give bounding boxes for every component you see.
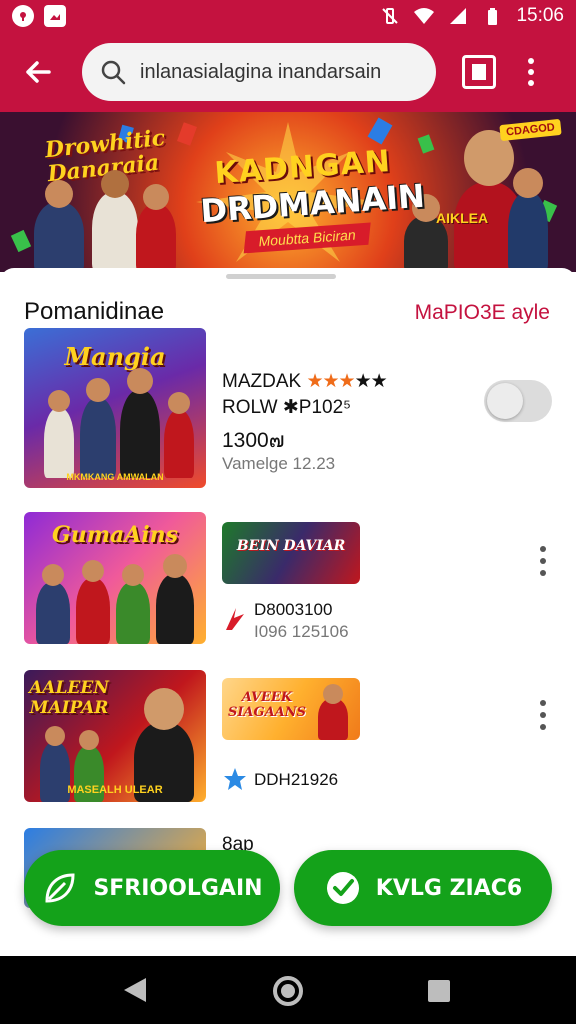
item-thumbnail[interactable]: Mangia MKMKANG AMWALAN <box>24 328 206 488</box>
banner-character <box>92 170 138 272</box>
item-mini-banner[interactable]: BEIN DAVIAR <box>222 522 360 584</box>
app-bar <box>0 32 576 112</box>
banner-character <box>508 168 548 272</box>
item-meta: Vamelge 12.23 <box>222 454 336 473</box>
nav-recents-icon[interactable] <box>428 980 450 1002</box>
promo-banner[interactable]: Drowhitic Danaraia KADNGAN DRDMANAIN Mou… <box>0 112 576 272</box>
item-more-button[interactable] <box>540 700 548 730</box>
item-thumbnail[interactable]: GumaAins <box>24 512 206 644</box>
search-bar[interactable] <box>82 43 436 101</box>
battery-icon <box>488 8 498 25</box>
signal-icon <box>450 8 467 24</box>
wifi-icon <box>414 8 435 24</box>
bookmark-button[interactable] <box>462 55 496 89</box>
item-code: DDH21926 <box>254 770 339 789</box>
banner-title: KADNGAN DRDMANAIN Moubtta Biciran <box>197 143 426 256</box>
search-input[interactable] <box>140 60 410 84</box>
secondary-action-button[interactable]: KVLG ZIAC6 <box>294 850 552 926</box>
banner-character <box>34 180 84 272</box>
item-price: 1300๗ <box>222 429 285 452</box>
item-code-sub: I096 125106 <box>254 622 349 641</box>
overflow-menu-button[interactable] <box>526 58 536 86</box>
back-button[interactable] <box>12 46 64 98</box>
nav-back-icon[interactable] <box>124 978 146 1002</box>
item-mini-banner[interactable]: AVEEK SIAGAANS <box>222 678 360 740</box>
item-title: MAZDAK ★★★★★ <box>222 371 388 392</box>
banner-character <box>136 184 176 272</box>
bookmark-icon <box>472 64 486 80</box>
item-thumbnail[interactable]: AALEEN MAIPAR MASEALH ULEAR <box>24 670 206 802</box>
check-circle-icon <box>326 872 359 904</box>
clock: 15:06 <box>516 5 564 26</box>
rating-stars: ★★★★★ <box>306 371 387 392</box>
image-notification-icon <box>44 5 66 27</box>
flame-icon <box>226 608 244 630</box>
primary-action-button[interactable]: SFRIOOLGAIN <box>24 850 280 926</box>
location-icon <box>12 5 34 27</box>
vibrate-off-icon <box>382 8 399 24</box>
section-see-all-link[interactable]: MaPIO3E ayle <box>415 301 550 325</box>
leaf-icon <box>45 873 75 903</box>
item-toggle[interactable] <box>484 380 552 422</box>
back-arrow-icon <box>26 61 51 83</box>
status-bar: 15:06 <box>0 0 576 32</box>
system-nav-bar <box>0 956 576 1024</box>
search-icon <box>101 60 126 85</box>
section-title: Pomanidinae <box>24 298 165 325</box>
banner-label: AIKLEA <box>436 210 489 226</box>
primary-action-label: SFRIOOLGAIN <box>93 875 263 901</box>
item-subtitle: ROLW ✱P102⁵ <box>222 397 352 418</box>
secondary-action-label: KVLG ZIAC6 <box>375 875 523 901</box>
nav-home-icon[interactable] <box>273 976 303 1006</box>
item-more-button[interactable] <box>540 546 548 576</box>
star-badge-icon <box>224 768 246 790</box>
item-code: D8003100 <box>254 600 333 619</box>
drag-handle[interactable] <box>226 274 336 279</box>
